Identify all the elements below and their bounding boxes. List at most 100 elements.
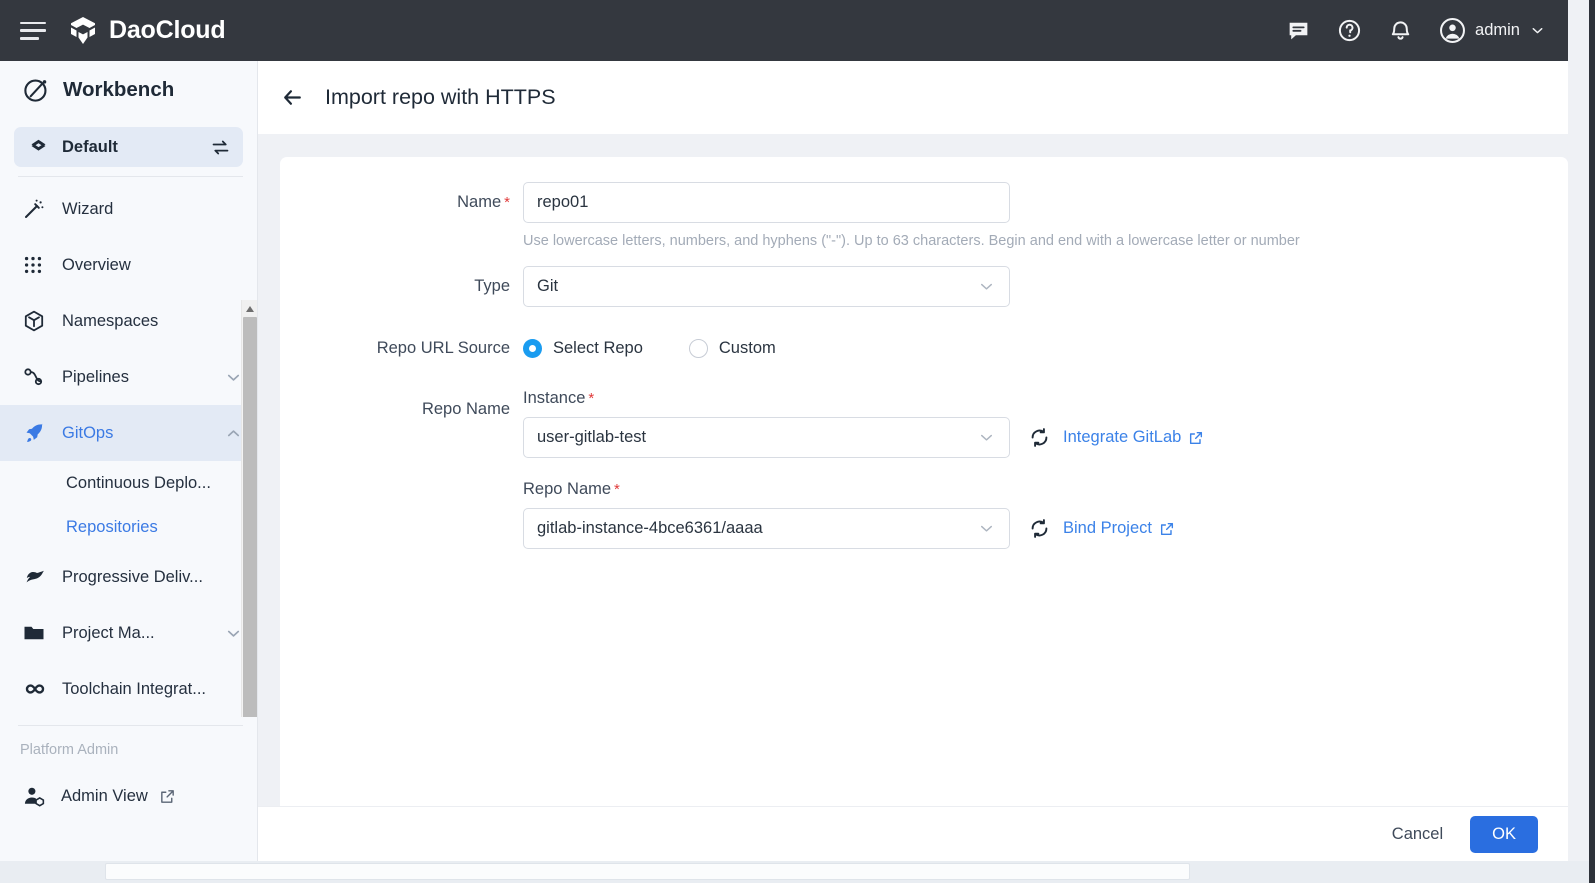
horizontal-scroll-thumb[interactable] <box>105 863 1190 880</box>
sidebar-subitem-label: Continuous Deplo... <box>66 474 211 493</box>
cancel-button[interactable]: Cancel <box>1392 825 1443 844</box>
radio-dot <box>689 339 708 358</box>
form-row-repo-url-source: Repo URL Source Select Repo Custom <box>280 328 1568 369</box>
sidebar-item-gitops[interactable]: GitOps <box>0 405 257 461</box>
bell-icon[interactable] <box>1388 18 1413 43</box>
sidebar-item-label: Progressive Deliv... <box>62 568 203 587</box>
instance-label-text: Instance <box>523 389 585 408</box>
avatar-icon <box>1439 17 1466 44</box>
chat-icon[interactable] <box>1286 18 1311 43</box>
context-label: Default <box>62 138 118 157</box>
arrow-left-icon <box>280 85 305 110</box>
repo-name-group-label: Repo Name <box>280 389 523 430</box>
radio-label: Select Repo <box>553 339 643 358</box>
refresh-icon[interactable] <box>1028 517 1051 540</box>
workbench-header[interactable]: Workbench <box>0 61 257 119</box>
radio-custom[interactable]: Custom <box>689 339 776 358</box>
form-footer: Cancel OK <box>258 806 1568 861</box>
sidebar-item-label: Namespaces <box>62 312 158 331</box>
sidebar-item-label: Pipelines <box>62 368 129 387</box>
repo-name-select[interactable]: gitlab-instance-4bce6361/aaaa <box>523 508 1010 549</box>
type-select[interactable]: Git <box>523 266 1010 307</box>
radio-select-repo[interactable]: Select Repo <box>523 339 643 358</box>
window-right-edge <box>1589 0 1595 883</box>
help-icon[interactable] <box>1337 18 1362 43</box>
scroll-up-arrow-icon[interactable] <box>242 300 257 317</box>
form-row-type: Type Git <box>280 266 1568 307</box>
sidebar-subitem-continuous-deployment[interactable]: Continuous Deplo... <box>0 461 257 505</box>
sidebar-item-wizard[interactable]: Wizard <box>0 181 257 237</box>
external-link-icon <box>159 788 176 805</box>
page-header: Import repo with HTTPS <box>258 61 1568 134</box>
header-actions: admin <box>1286 17 1568 44</box>
right-gutter <box>1568 61 1589 861</box>
instance-line: user-gitlab-test <box>523 417 1568 458</box>
workbench-icon <box>22 76 50 104</box>
sidebar-item-pipelines[interactable]: Pipelines <box>0 349 257 405</box>
ok-button[interactable]: OK <box>1470 816 1538 853</box>
workbench-title: Workbench <box>63 78 174 102</box>
radio-label: Custom <box>719 339 776 358</box>
sidebar-item-toolchain-integration[interactable]: Toolchain Integrat... <box>0 661 257 717</box>
instance-select-value: user-gitlab-test <box>537 428 646 447</box>
user-menu[interactable]: admin <box>1439 17 1546 44</box>
type-select-value: Git <box>537 277 558 296</box>
app-root: DaoCloud <box>0 0 1595 883</box>
integrate-gitlab-link[interactable]: Integrate GitLab <box>1063 428 1204 447</box>
repo-name-group-control: Instance* user-gitlab-test <box>523 389 1568 549</box>
sidebar-item-label: Project Ma... <box>62 624 155 643</box>
bind-project-link-label: Bind Project <box>1063 519 1152 538</box>
sidebar-subitem-label: Repositories <box>66 518 158 537</box>
instance-select[interactable]: user-gitlab-test <box>523 417 1010 458</box>
sidebar-item-namespaces[interactable]: Namespaces <box>0 293 257 349</box>
required-star: * <box>504 194 510 211</box>
sidebar-nav: Wizard Overview <box>0 177 257 717</box>
main-content: Import repo with HTTPS Name* Use lowerca… <box>258 61 1568 861</box>
external-link-icon <box>1188 430 1204 446</box>
sidebar-item-label: GitOps <box>62 424 113 443</box>
sidebar-item-progressive-delivery[interactable]: Progressive Deliv... <box>0 549 257 605</box>
chevron-down-icon <box>1529 22 1546 39</box>
repo-name-label: Repo Name* <box>523 480 1568 499</box>
name-label-text: Name <box>457 193 501 211</box>
swap-icon[interactable] <box>210 137 231 158</box>
repo-url-source-control: Select Repo Custom <box>523 328 1568 369</box>
hamburger-icon[interactable] <box>20 22 46 40</box>
type-label: Type <box>280 266 523 307</box>
repo-name-label-text: Repo Name <box>523 480 611 499</box>
name-control: Use lowercase letters, numbers, and hyph… <box>523 182 1568 249</box>
context-selector-default[interactable]: Default <box>14 127 243 167</box>
name-label: Name* <box>280 182 523 223</box>
sidebar-item-admin-view[interactable]: Admin View <box>0 768 257 824</box>
page-title: Import repo with HTTPS <box>325 85 556 110</box>
back-button[interactable] <box>280 85 305 110</box>
required-star: * <box>588 390 594 407</box>
brand-name: DaoCloud <box>109 16 225 45</box>
sidebar-scrollbar[interactable] <box>241 300 257 717</box>
chevron-down-icon <box>977 519 996 538</box>
sidebar-item-overview[interactable]: Overview <box>0 237 257 293</box>
name-input[interactable] <box>523 182 1010 223</box>
sidebar-scroll-thumb[interactable] <box>243 317 257 717</box>
sidebar-subitem-repositories[interactable]: Repositories <box>0 505 257 549</box>
bind-project-link[interactable]: Bind Project <box>1063 519 1175 538</box>
instance-label: Instance* <box>523 389 1568 408</box>
brand-logo[interactable]: DaoCloud <box>68 15 225 46</box>
rocket-icon <box>22 421 48 445</box>
sidebar-item-label: Toolchain Integrat... <box>62 680 206 699</box>
wand-icon <box>22 197 48 221</box>
import-repo-form: Name* Use lowercase letters, numbers, an… <box>280 157 1568 549</box>
bird-icon <box>22 565 48 590</box>
form-row-repo-name-group: Repo Name Instance* user-gitlab-test <box>280 389 1568 549</box>
infinity-icon <box>22 676 48 702</box>
sidebar-item-label: Wizard <box>62 200 113 219</box>
daocloud-logo-icon <box>68 15 98 46</box>
chevron-down-icon <box>977 428 996 447</box>
horizontal-scrollbar[interactable] <box>0 861 1589 883</box>
integrate-gitlab-link-label: Integrate GitLab <box>1063 428 1181 447</box>
admin-user-icon <box>22 784 47 809</box>
refresh-icon[interactable] <box>1028 426 1051 449</box>
sidebar-item-project-management[interactable]: Project Ma... <box>0 605 257 661</box>
form-card: Name* Use lowercase letters, numbers, an… <box>280 157 1568 815</box>
chevron-down-icon <box>977 277 996 296</box>
